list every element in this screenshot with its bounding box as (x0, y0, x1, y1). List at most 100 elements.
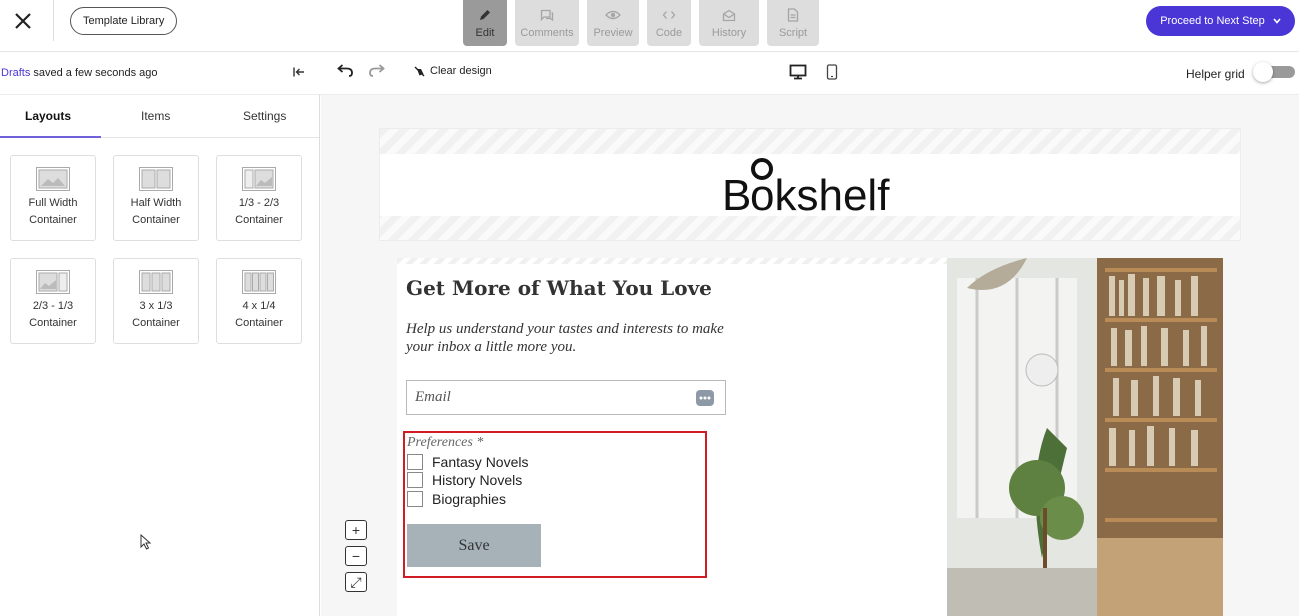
tab-preview[interactable]: Preview (587, 0, 639, 46)
desktop-view-icon[interactable] (789, 64, 807, 85)
helper-grid-label: Helper grid (1186, 67, 1245, 81)
two-thirds-one-third-layout-icon (36, 270, 70, 294)
tab-comments-label: Comments (520, 27, 574, 39)
tab-comments[interactable]: Comments (515, 0, 579, 46)
tab-history[interactable]: History (699, 0, 759, 46)
script-icon (787, 7, 799, 23)
layout-label-line2: Container (29, 214, 77, 226)
email-field[interactable] (407, 381, 725, 414)
layout-label-line2: Container (29, 317, 77, 329)
fit-to-screen-button[interactable]: ⤢ (345, 572, 367, 592)
tab-edit[interactable]: Edit (463, 0, 507, 46)
redo-icon[interactable] (368, 64, 386, 83)
code-icon (662, 7, 676, 23)
tab-script-label: Script (778, 27, 808, 39)
layout-label-line1: 4 x 1/4 (242, 300, 276, 312)
preference-option-history[interactable]: History Novels (407, 472, 522, 488)
drafts-link[interactable]: Drafts (1, 67, 30, 79)
clear-design-button[interactable]: Clear design (414, 65, 492, 77)
autofill-dots-icon[interactable] (696, 390, 714, 406)
proceed-next-step-button[interactable]: Proceed to Next Step (1146, 6, 1295, 36)
design-canvas[interactable]: B okshelf Get More of What You Love Help… (321, 95, 1299, 616)
active-tab-indicator (0, 136, 101, 138)
header-logo-row: B okshelf (380, 154, 1240, 216)
layout-label-line2: Container (235, 214, 283, 226)
history-icon (722, 7, 736, 23)
layout-half-width[interactable]: Half Width Container (113, 155, 199, 241)
pencil-icon (478, 7, 492, 23)
toolbar-divider (53, 0, 54, 41)
top-toolbar: Template Library Edit Comments Preview C… (0, 0, 1299, 52)
half-width-layout-icon (139, 167, 173, 191)
three-column-layout-icon (139, 270, 173, 294)
checkbox[interactable] (407, 454, 423, 470)
layout-label-line2: Container (132, 214, 180, 226)
option-label: Biographies (432, 491, 506, 507)
option-label: Fantasy Novels (432, 454, 529, 470)
tab-code[interactable]: Code (647, 0, 691, 46)
tab-settings[interactable]: Settings (243, 109, 286, 123)
checkbox[interactable] (407, 491, 423, 507)
logo-letter-b: B (722, 171, 751, 215)
layout-full-width[interactable]: Full Width Container (10, 155, 96, 241)
layout-label-line1: 1/3 - 2/3 (238, 197, 280, 209)
selected-preferences-block[interactable]: Preferences * Fantasy Novels History Nov… (403, 431, 707, 578)
save-status: Drafts saved a few seconds ago (1, 67, 158, 79)
checkbox[interactable] (407, 472, 423, 488)
comment-icon (540, 7, 554, 23)
undo-icon[interactable] (336, 64, 354, 83)
form-title: Get More of What You Love (406, 276, 712, 300)
option-label: History Novels (432, 472, 523, 488)
eye-icon (605, 7, 621, 23)
section-top-stripe (397, 258, 947, 264)
close-button[interactable] (8, 6, 38, 36)
layout-label-line1: Half Width (130, 197, 182, 209)
proceed-label: Proceed to Next Step (1160, 15, 1265, 27)
layout-two-thirds-one-third[interactable]: 2/3 - 1/3 Container (10, 258, 96, 344)
layout-label-line1: 3 x 1/3 (139, 300, 173, 312)
layout-four-by-quarter[interactable]: 4 x 1/4 Container (216, 258, 302, 344)
one-third-two-thirds-layout-icon (242, 167, 276, 191)
tab-edit-label: Edit (475, 27, 495, 39)
sidebar-tabs: Layouts Items Settings (0, 95, 319, 138)
mobile-view-icon[interactable] (826, 64, 838, 85)
helper-grid-toggle[interactable] (1253, 62, 1295, 82)
eraser-icon (414, 66, 425, 76)
four-column-layout-icon (242, 270, 276, 294)
chevron-down-icon (1273, 18, 1281, 24)
tab-history-label: History (711, 27, 747, 39)
left-sidebar: Layouts Items Settings Full Width Contai… (0, 95, 320, 616)
tab-layouts[interactable]: Layouts (25, 109, 71, 123)
zoom-in-button[interactable]: + (345, 520, 367, 540)
mouse-cursor-icon (140, 534, 152, 550)
layout-label-line2: Container (132, 317, 180, 329)
layout-three-by-third[interactable]: 3 x 1/3 Container (113, 258, 199, 344)
collapse-sidebar-icon[interactable] (292, 65, 306, 83)
bookshelf-logo: B okshelf (722, 158, 890, 215)
layout-label-line2: Container (235, 317, 283, 329)
zoom-out-button[interactable]: − (345, 546, 367, 566)
layout-label-line1: Full Width (28, 197, 78, 209)
email-field-container (406, 380, 726, 415)
clear-design-label: Clear design (430, 65, 492, 77)
tab-items[interactable]: Items (141, 109, 170, 123)
layout-one-third-two-thirds[interactable]: 1/3 - 2/3 Container (216, 155, 302, 241)
preference-option-fantasy[interactable]: Fantasy Novels (407, 454, 528, 470)
editor-subbar: Drafts saved a few seconds ago Clear des… (0, 52, 1299, 95)
bookstore-photo (947, 258, 1223, 616)
header-section[interactable]: B okshelf (379, 128, 1241, 241)
svg-text:okshelf: okshelf (750, 171, 890, 215)
signup-section: Get More of What You Love Help us unders… (397, 258, 1223, 616)
saved-text: saved a few seconds ago (30, 67, 158, 79)
toggle-knob (1253, 62, 1273, 82)
tab-preview-label: Preview (593, 27, 633, 39)
form-subtitle: Help us understand your tastes and inter… (406, 321, 724, 355)
tab-code-label: Code (655, 27, 683, 39)
tab-script[interactable]: Script (767, 0, 819, 46)
preferences-label: Preferences * (407, 435, 484, 450)
save-button[interactable]: Save (407, 524, 541, 567)
preference-option-biographies[interactable]: Biographies (407, 491, 506, 507)
template-library-button[interactable]: Template Library (70, 7, 178, 35)
full-width-layout-icon (36, 167, 70, 191)
layout-label-line1: 2/3 - 1/3 (32, 300, 74, 312)
